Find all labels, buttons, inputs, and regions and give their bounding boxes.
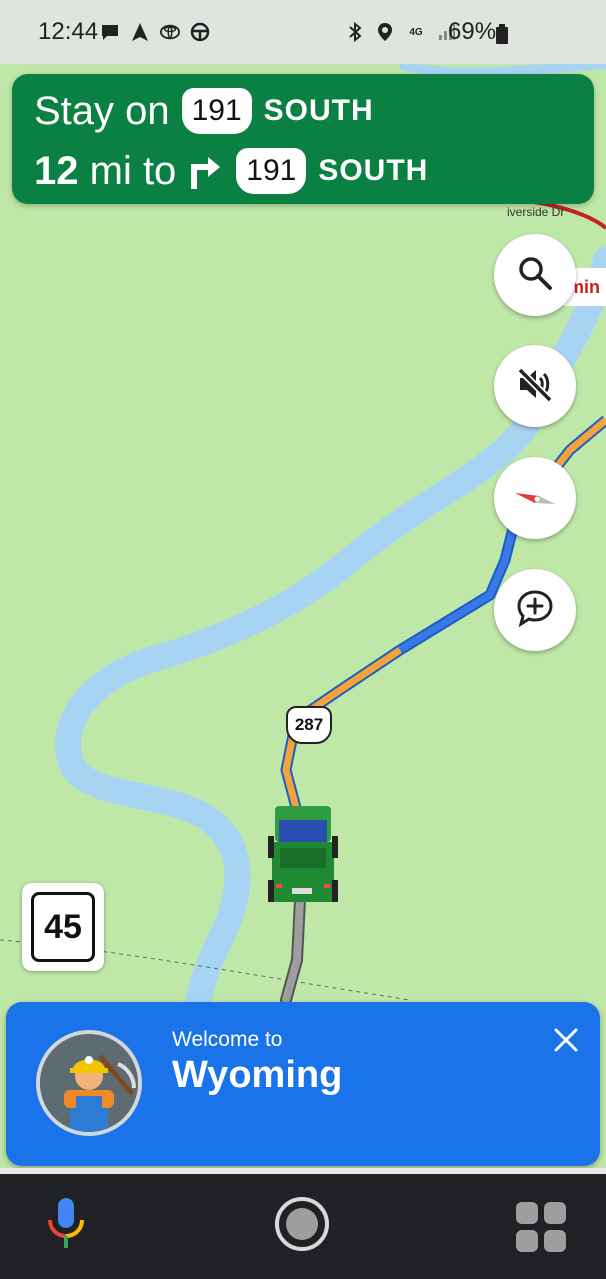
navigation-instruction-banner[interactable]: Stay on 191 SOUTH 12 mi to 191 SOUTH [12,74,594,204]
4g-lte-icon: 4G [409,26,423,38]
route-direction: SOUTH [263,94,374,127]
battery-percentage: 69% [448,18,497,45]
status-right-icons: 4G [345,22,457,42]
app-launcher-button[interactable] [514,1200,568,1254]
status-time: 12:44 [38,18,99,45]
close-icon [554,1028,578,1057]
turn-right-icon [188,151,224,191]
river-top [398,64,606,78]
nav-distance-value: 12 [34,148,79,193]
route-191-shield: 191 [181,88,252,134]
voice-assistant-button[interactable] [38,1196,94,1257]
app-grid-icon [514,1202,568,1258]
speed-limit-value: 45 [31,892,95,962]
next-route-191-shield: 191 [236,148,307,194]
navigation-arrow-icon [130,22,150,42]
nav-distance-unit: mi to [89,148,177,193]
home-circle-icon [274,1196,330,1257]
add-report-button[interactable] [494,569,576,651]
google-mic-icon [46,1196,86,1257]
vehicle-truck-icon [268,806,338,902]
miner-avatar-icon [36,1030,142,1136]
welcome-title: Wyoming [172,1054,343,1096]
route-287-shield: 287 [286,706,332,744]
status-bar: 12:44 4G 69% [0,0,606,64]
street-label: iverside Dr [507,205,564,219]
add-report-icon [516,589,554,632]
nav-instruction-prefix: Stay on [34,88,170,133]
welcome-card[interactable]: Welcome to Wyoming [6,1002,600,1166]
nav-instruction-line-2: 12 mi to 191 SOUTH [34,148,428,194]
bottom-navigation-bar [0,1174,606,1279]
next-route-direction: SOUTH [318,154,429,187]
message-icon [100,22,120,42]
bluetooth-icon [345,22,365,42]
status-left-icons [100,22,210,42]
speed-limit-sign: 45 [22,883,104,971]
home-button[interactable] [274,1196,330,1257]
location-icon [375,22,395,42]
route-line-normal [398,519,519,653]
nav-instruction-line-1: Stay on 191 SOUTH [34,88,374,134]
welcome-subtitle: Welcome to [172,1028,283,1051]
battery-icon [492,24,512,44]
volume-off-icon [516,366,554,407]
compass-icon [513,481,557,516]
steering-wheel-icon [190,22,210,42]
compass-button[interactable] [494,457,576,539]
toyota-icon [160,22,180,42]
mute-button[interactable] [494,345,576,427]
search-button[interactable] [494,234,576,316]
close-button[interactable] [544,1020,588,1064]
search-icon [517,255,553,296]
